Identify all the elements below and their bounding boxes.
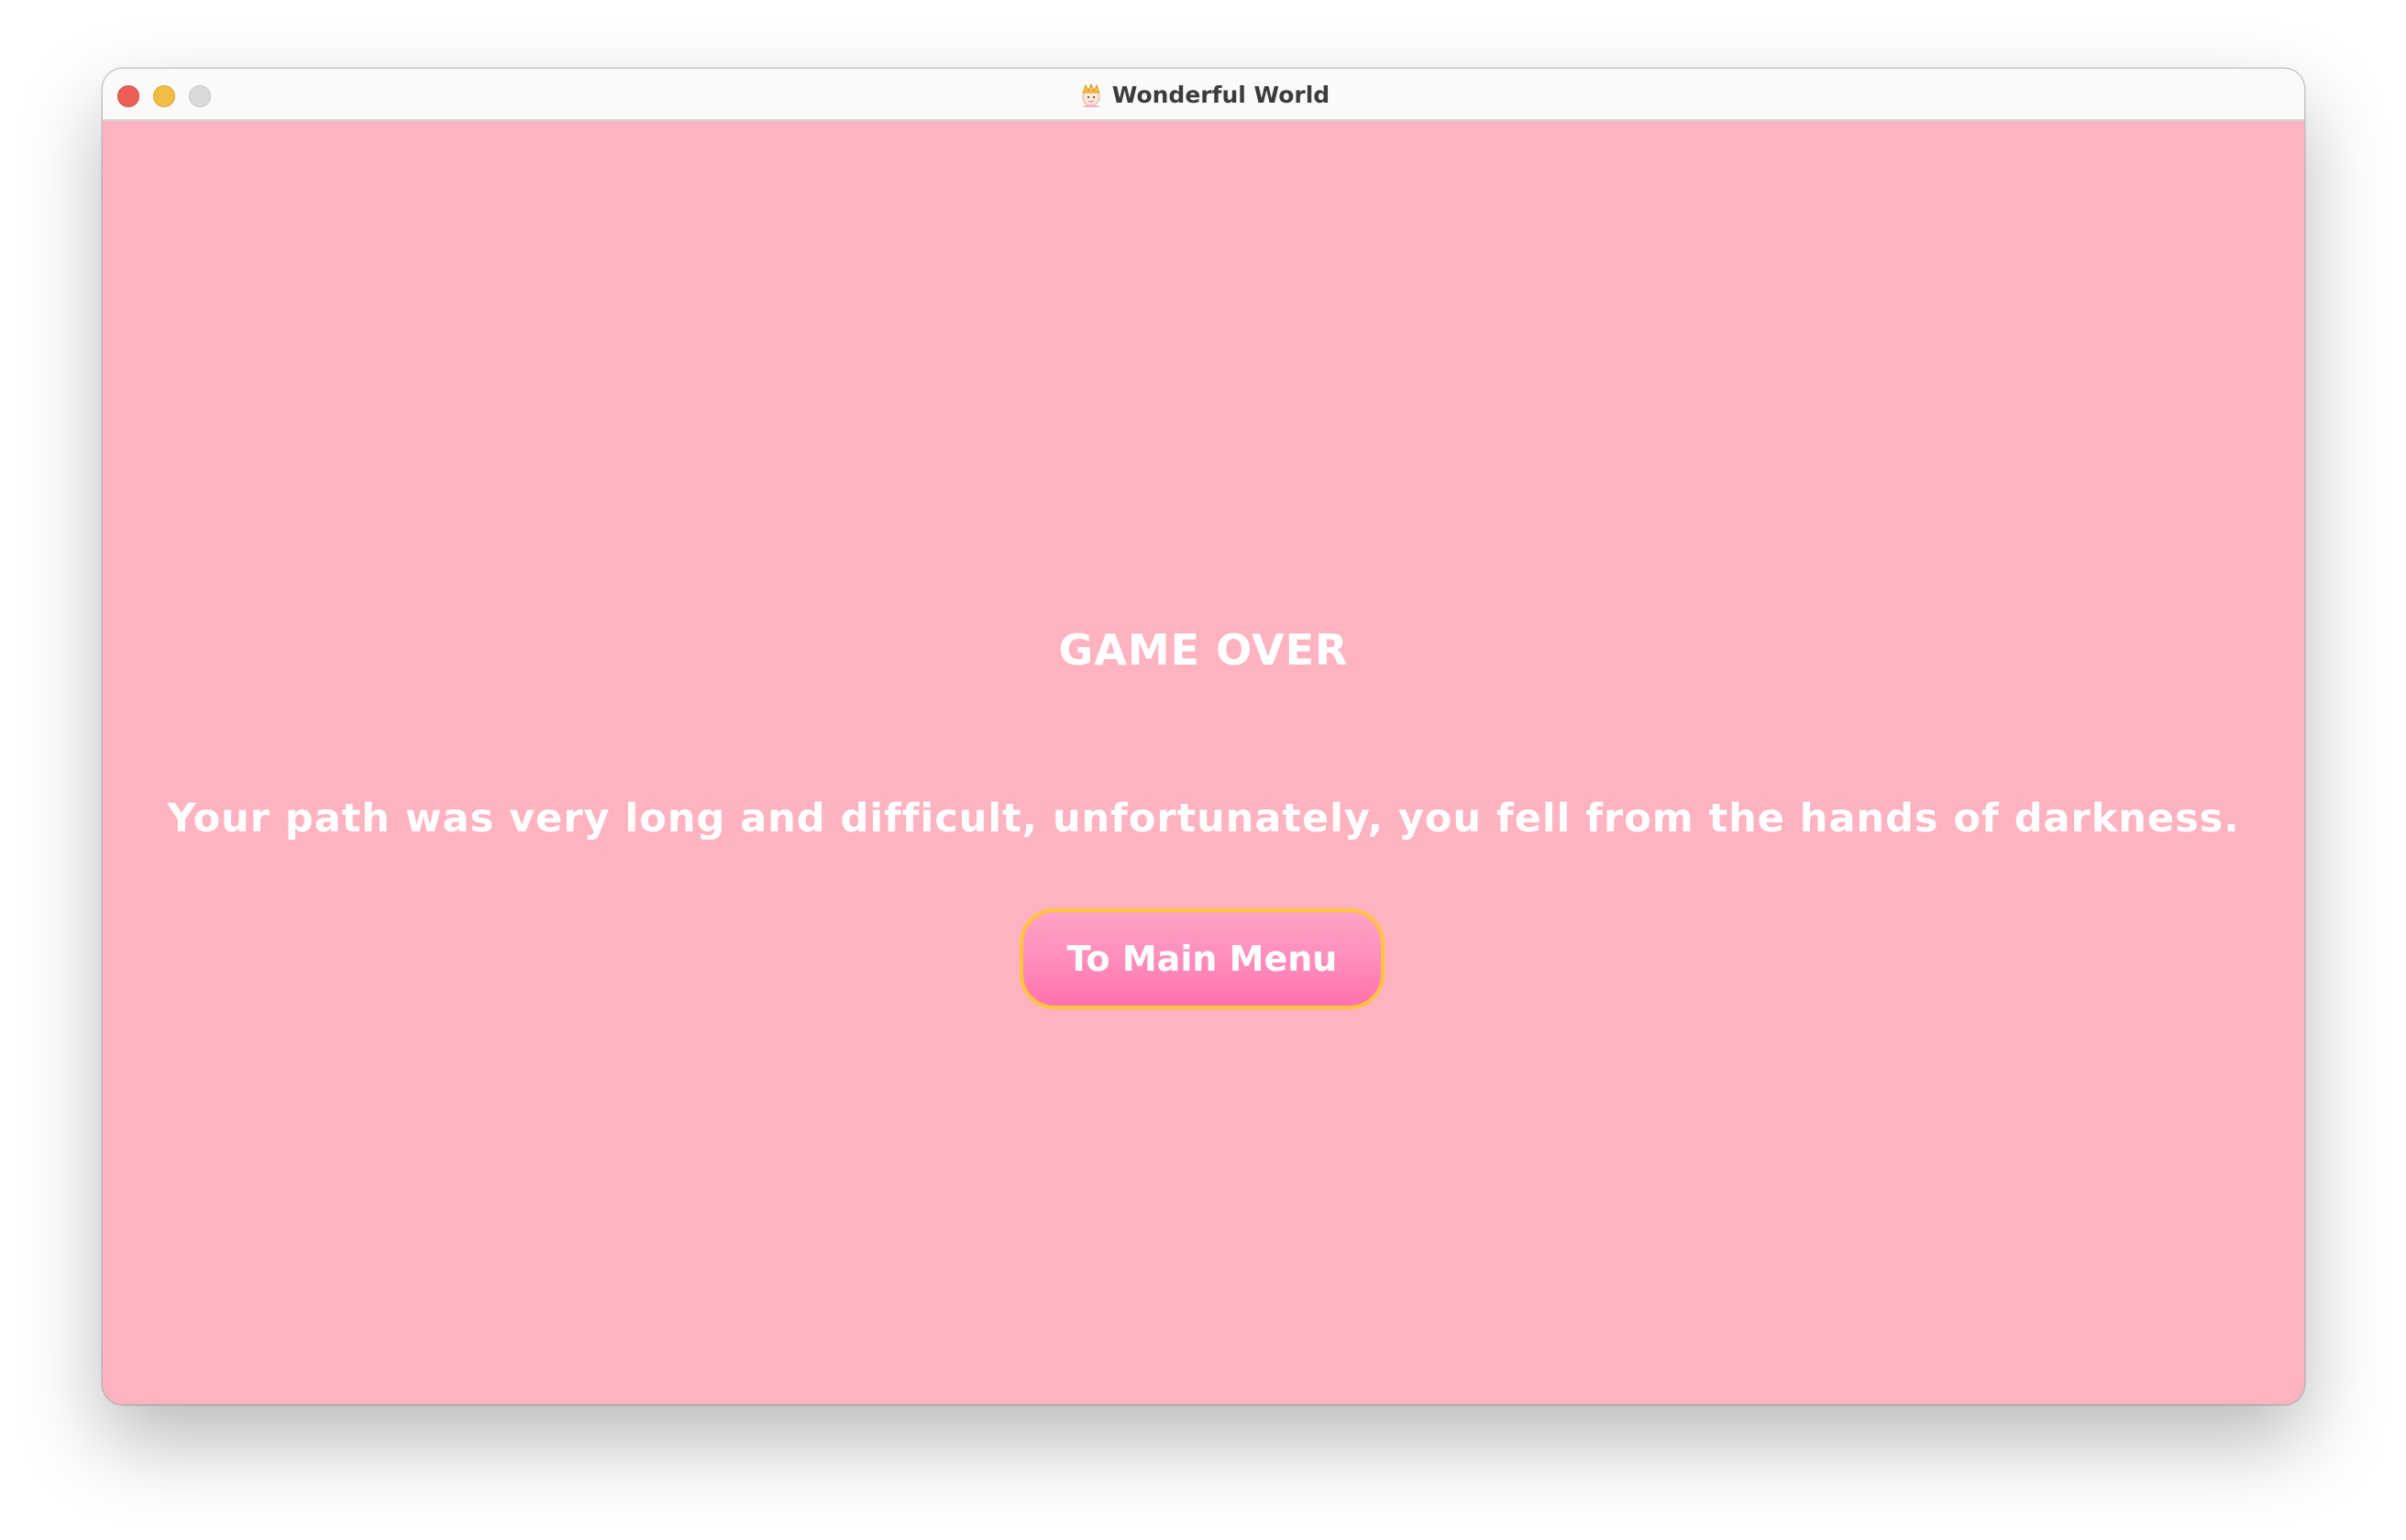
title-bar[interactable]: Wonderful World	[103, 69, 2304, 121]
to-main-menu-button[interactable]: To Main Menu	[1020, 908, 1385, 1009]
window-title: Wonderful World	[1111, 82, 1330, 108]
window-title-group: Wonderful World	[103, 69, 2304, 121]
game-over-message: Your path was very long and difficult, u…	[167, 796, 2240, 842]
app-window: Wonderful World GAME OVER Your path was …	[103, 69, 2304, 1404]
princess-crown-icon	[1080, 82, 1101, 107]
game-over-heading: GAME OVER	[1058, 625, 1349, 675]
game-over-screen: GAME OVER Your path was very long and di…	[103, 121, 2304, 1404]
